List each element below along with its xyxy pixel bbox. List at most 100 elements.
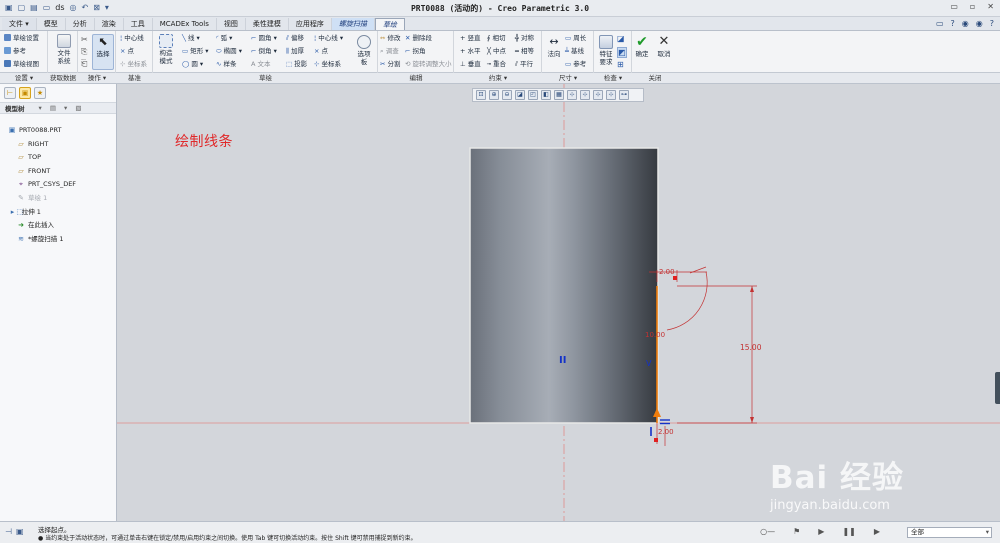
cut-icon[interactable]: ✂ xyxy=(81,35,88,44)
redo-icon[interactable]: ↶ xyxy=(81,3,88,13)
arc-button[interactable]: ◜ 弧 ▾ xyxy=(216,34,232,43)
tangent-constraint-button[interactable]: ∮ 相切 xyxy=(487,34,505,43)
chamfer-button[interactable]: ⌐ 倒角 ▾ xyxy=(251,47,277,56)
tree-item[interactable]: ✎ 草绘 1 xyxy=(0,192,117,206)
sketch-view-icon[interactable]: ⊹ xyxy=(606,90,616,100)
toggle-browser-icon[interactable]: ▣ xyxy=(16,527,24,536)
new-icon[interactable]: ▣ xyxy=(5,3,13,13)
tree-item[interactable]: ▱ TOP xyxy=(0,151,117,165)
coincident-constraint-button[interactable]: ╼ 重合 xyxy=(487,60,506,69)
zoom-out-icon[interactable]: ⊖ xyxy=(502,90,512,100)
datum-centerline-button[interactable]: ¦ 中心线 xyxy=(120,34,144,43)
view-manager-icon[interactable]: ▦ xyxy=(554,90,564,100)
equal-constraint-button[interactable]: ═ 相等 xyxy=(515,47,534,56)
parallel-constraint-symbol[interactable]: II xyxy=(559,355,566,366)
vertical-constraint-symbol[interactable]: V xyxy=(646,359,652,368)
line-button[interactable]: ╲ 线 ▾ xyxy=(182,34,200,43)
paste-icon[interactable]: ⎗ xyxy=(81,59,87,68)
search-icon[interactable]: ◉ xyxy=(962,19,969,28)
circle-button[interactable]: ◯ 圆 ▾ xyxy=(182,60,203,69)
favorites-tab-icon[interactable]: ★ xyxy=(34,87,46,99)
tab-1[interactable]: 模型 xyxy=(37,18,66,30)
rectangle-button[interactable]: ▭ 矩形 ▾ xyxy=(182,47,209,56)
tab-7[interactable]: 柔性建模 xyxy=(246,18,289,30)
datum-display-icon[interactable]: ⊹ xyxy=(567,90,577,100)
palette-button[interactable]: 选项 板 xyxy=(353,35,375,66)
horizontal-constraint-button[interactable]: + 水平 xyxy=(460,47,481,56)
selection-filter-dropdown[interactable]: 全部 ▾ xyxy=(907,527,992,538)
tree-item[interactable]: ⌖ PRT_CSYS_DEF xyxy=(0,178,117,192)
tab-10[interactable]: 草绘 xyxy=(374,18,405,30)
open-ends-icon[interactable]: ⊞ xyxy=(617,60,624,69)
perimeter-button[interactable]: ▭ 周长 xyxy=(565,34,586,43)
sketch-view-button[interactable]: 草绘视图 xyxy=(4,60,39,69)
sketch-centerline-button[interactable]: ¦ 中心线 ▾ xyxy=(314,34,343,43)
display-style-icon[interactable]: ◰ xyxy=(528,90,538,100)
help-icon[interactable]: ? xyxy=(951,19,955,28)
divide-button[interactable]: ✂ 分割 xyxy=(380,60,401,69)
rotate-resize-button[interactable]: ⟲ 旋转调整大小 xyxy=(405,60,452,69)
model-tree-tab-icon[interactable]: ⊢ xyxy=(4,87,16,99)
sketcher-display-icon[interactable]: ⊶ xyxy=(619,90,629,100)
window-icon[interactable]: ⊠ xyxy=(93,3,100,13)
symmetric-constraint-button[interactable]: ╬ 对称 xyxy=(515,34,534,43)
feature-requirements-button[interactable]: 特征 要求 xyxy=(595,35,617,66)
ok-button[interactable]: ✔ 确定 xyxy=(632,35,652,58)
dim-center-value[interactable]: 10.00 xyxy=(645,331,665,339)
shade-closed-icon[interactable]: ◩ xyxy=(617,47,627,58)
dim-height[interactable]: 15.00 xyxy=(740,343,762,352)
settings-icon[interactable]: ◉ xyxy=(976,19,983,28)
normal-dimension-button[interactable]: ↔ 法向 xyxy=(543,35,565,58)
modify-button[interactable]: ⇿ 修改 xyxy=(380,34,401,43)
tab-2[interactable]: 分析 xyxy=(66,18,95,30)
saved-views-icon[interactable]: ◧ xyxy=(541,90,551,100)
open-icon[interactable]: ▢ xyxy=(18,3,26,13)
corner-button[interactable]: ⌐ 拐角 xyxy=(405,47,426,56)
vertical-constraint-button[interactable]: + 竖直 xyxy=(460,34,481,43)
inspect-button[interactable]: ⌕ 调查 xyxy=(380,47,399,56)
tab-3[interactable]: 渲染 xyxy=(95,18,124,30)
midpoint-constraint-button[interactable]: ╳ 中点 xyxy=(487,47,506,56)
tree-item[interactable]: ▸ ⬚拉伸 1 xyxy=(0,206,117,220)
toggle-navigator-icon[interactable]: ⊣ xyxy=(5,527,12,536)
spline-button[interactable]: ∿ 样条 xyxy=(216,60,237,69)
group-label-dimension[interactable]: 尺寸 ▾ xyxy=(542,74,594,83)
more-icon[interactable]: ▾ xyxy=(105,3,109,13)
tree-item[interactable]: ▱ FRONT xyxy=(0,165,117,179)
ellipse-button[interactable]: ⬭ 椭圆 ▾ xyxy=(216,47,242,56)
text-button[interactable]: A 文本 xyxy=(251,60,271,69)
datum-csys-button[interactable]: ⊹ 坐标系 xyxy=(120,60,147,69)
datum-point-button[interactable]: × 点 xyxy=(120,47,134,56)
tree-item[interactable]: ➜ 在此插入 xyxy=(0,219,117,233)
tab-8[interactable]: 应用程序 xyxy=(289,18,332,30)
tree-settings-icons[interactable]: ▾ ▤ ▾ ▧ xyxy=(39,104,85,112)
tab-6[interactable]: 视图 xyxy=(217,18,246,30)
group-label-operations[interactable]: 操作 ▾ xyxy=(78,74,116,83)
project-button[interactable]: ⬚ 投影 xyxy=(286,60,307,69)
run-icon[interactable]: ▶ xyxy=(874,527,880,536)
regenerate-icon[interactable]: ▭ xyxy=(43,3,51,13)
repaint-icon[interactable]: ◪ xyxy=(515,90,525,100)
copy-icon[interactable]: ⎘ xyxy=(81,47,87,56)
side-panel-handle[interactable] xyxy=(995,372,1000,404)
cylinder-body[interactable] xyxy=(469,147,659,424)
sketch-csys-button[interactable]: ⊹ 坐标系 xyxy=(314,60,341,69)
select-button[interactable]: ⬉ 选择 xyxy=(92,34,114,70)
minimize-window-button[interactable]: ▭ xyxy=(950,2,958,11)
offset-button[interactable]: ⫽ 偏移 xyxy=(286,34,304,43)
tree-item[interactable]: ≋ *螺旋扫描 1 xyxy=(0,233,117,247)
spin-center-icon[interactable]: ⊹ xyxy=(593,90,603,100)
fillet-button[interactable]: ⌐ 圆角 ▾ xyxy=(251,34,277,43)
tab-5[interactable]: MCADEx Tools xyxy=(153,18,217,30)
overlapping-icon[interactable]: ◪ xyxy=(617,34,625,43)
undo-icon[interactable]: ◎ xyxy=(70,3,77,13)
sketch-point-button[interactable]: × 点 xyxy=(314,47,328,56)
tab-0[interactable]: 文件 ▾ xyxy=(2,18,37,30)
maximize-window-button[interactable]: ▫ xyxy=(970,2,975,11)
file-system-button[interactable]: 文件 系统 xyxy=(54,34,74,65)
dim-top-width[interactable]: 2.00 xyxy=(659,268,675,276)
parallel-constraint-button[interactable]: ⫽ 平行 xyxy=(515,60,533,69)
save-icon[interactable]: ▤ xyxy=(30,3,38,13)
refit-icon[interactable]: ⊡ xyxy=(476,90,486,100)
play-icon[interactable]: ▶ xyxy=(818,527,824,536)
